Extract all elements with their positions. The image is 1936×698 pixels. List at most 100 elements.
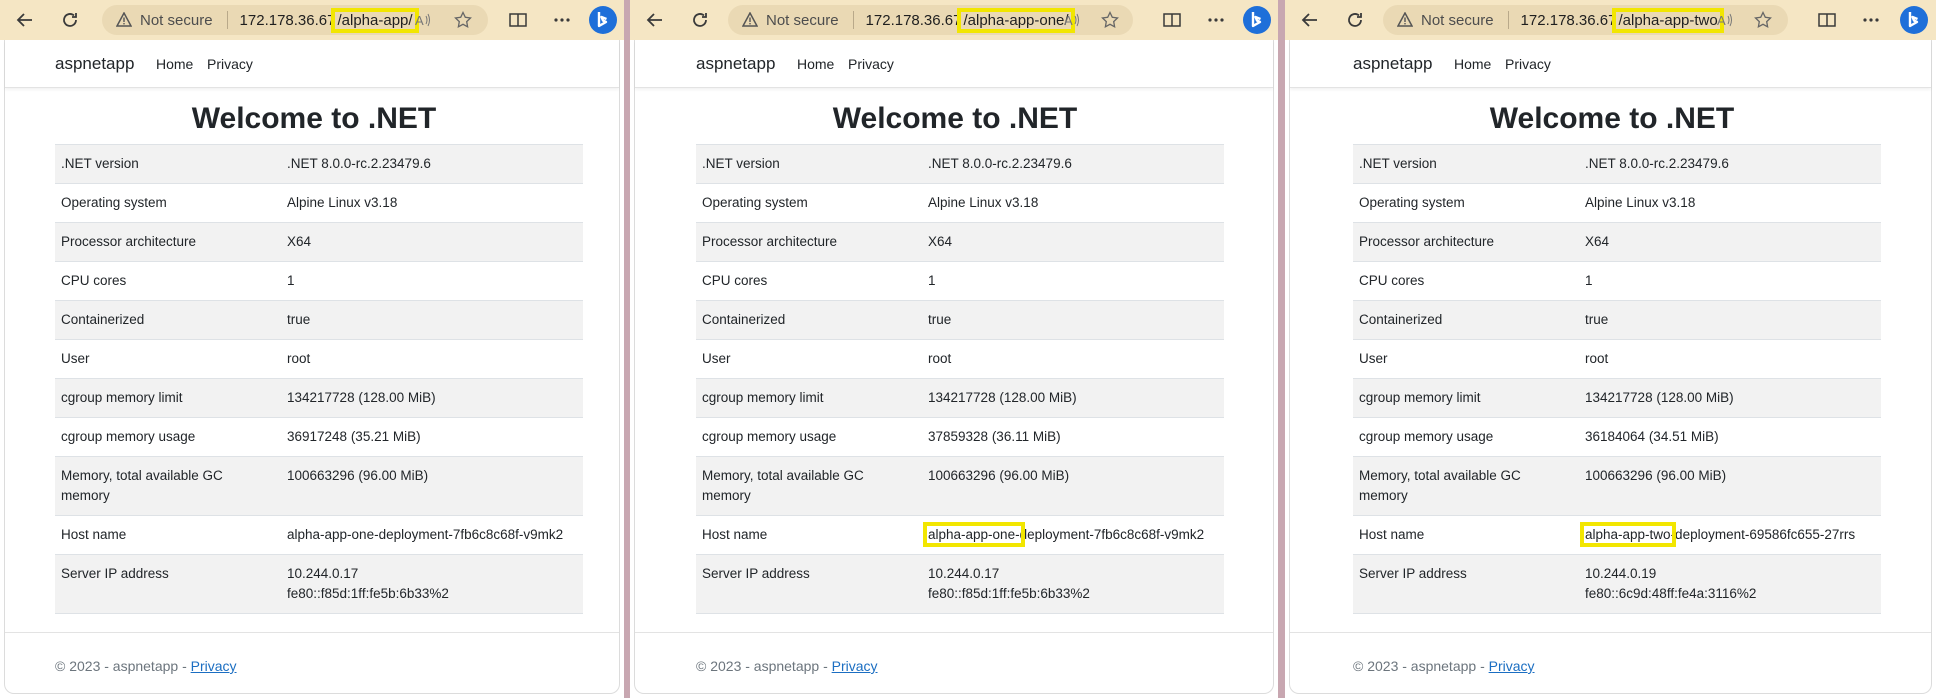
- host-name-rest: deployment-7fb6c8c68f-v9mk2: [1019, 527, 1205, 542]
- nav-home-link[interactable]: Home: [156, 56, 193, 72]
- host-name-highlight: alpha-app-one-: [923, 522, 1025, 547]
- row-value: .NET 8.0.0-rc.2.23479.6: [281, 144, 583, 184]
- brand-link[interactable]: aspnetapp: [696, 54, 775, 74]
- bing-copilot-button[interactable]: [1242, 5, 1272, 35]
- url-host: 172.178.36.67: [239, 11, 336, 29]
- table-row: Host name alpha-app-one-deployment-7fb6c8…: [696, 515, 1224, 555]
- row-label: Memory, total available GC memory: [696, 456, 922, 516]
- footer-privacy-link[interactable]: Privacy: [1489, 658, 1535, 674]
- table-row: cgroup memory limit 134217728 (128.00 MiB…: [696, 378, 1224, 418]
- bing-icon: [1900, 6, 1928, 34]
- address-bar[interactable]: Not secure 172.178.36.67 /alpha-app-one/…: [728, 5, 1133, 35]
- row-value: root: [281, 339, 583, 379]
- row-value: 37859328 (36.11 MiB): [922, 417, 1224, 457]
- favorite-star-icon[interactable]: [1101, 11, 1119, 29]
- footer-text: © 2023 - aspnetapp - Privacy: [1353, 658, 1535, 674]
- address-bar[interactable]: Not secure 172.178.36.67 /alpha-app-two …: [1383, 5, 1788, 35]
- table-row: Host name alpha-app-one-deployment-7fb6c8…: [55, 515, 583, 555]
- back-button[interactable]: [640, 6, 670, 34]
- nav-privacy-link[interactable]: Privacy: [848, 56, 894, 72]
- more-options-button[interactable]: [1856, 6, 1886, 34]
- nav-privacy-link[interactable]: Privacy: [207, 56, 253, 72]
- refresh-button[interactable]: [1340, 6, 1370, 34]
- site-footer: © 2023 - aspnetapp - Privacy: [5, 632, 619, 693]
- footer-text: © 2023 - aspnetapp - Privacy: [55, 658, 237, 674]
- address-bar[interactable]: Not secure 172.178.36.67 /alpha-app/ A: [102, 5, 488, 35]
- table-row: CPU cores 1: [1353, 261, 1881, 301]
- footer-privacy-link[interactable]: Privacy: [832, 658, 878, 674]
- ip-v4: 10.244.0.17: [287, 566, 359, 581]
- warning-icon[interactable]: [1397, 12, 1413, 28]
- row-value: true: [281, 300, 583, 340]
- nav-home-link[interactable]: Home: [1454, 56, 1491, 72]
- favorite-star-icon[interactable]: [1754, 11, 1772, 29]
- ellipsis-icon: [554, 18, 570, 22]
- more-options-button[interactable]: [1201, 6, 1231, 34]
- refresh-button[interactable]: [55, 6, 85, 34]
- table-row: Server IP address 10.244.0.19 fe80::6c9d:4…: [1353, 554, 1881, 614]
- refresh-icon: [693, 13, 707, 27]
- refresh-button[interactable]: [685, 6, 715, 34]
- read-aloud-icon[interactable]: A: [414, 11, 432, 29]
- row-label: Host name: [696, 515, 922, 555]
- row-value: 1: [922, 261, 1224, 301]
- row-label: Memory, total available GC memory: [55, 456, 281, 516]
- table-row: User root: [1353, 339, 1881, 379]
- brand-link[interactable]: aspnetapp: [1353, 54, 1432, 74]
- nav-privacy-link[interactable]: Privacy: [1505, 56, 1551, 72]
- read-aloud-icon[interactable]: A: [1063, 11, 1081, 29]
- row-label: Containerized: [1353, 300, 1579, 340]
- browser-toolbar: Not secure 172.178.36.67 /alpha-app-two …: [1285, 0, 1936, 40]
- page-title: Welcome to .NET: [191, 102, 437, 135]
- row-value: X64: [922, 222, 1224, 262]
- ip-v6: fe80::f85d:1ff:fe5b:6b33%2: [287, 586, 449, 601]
- split-screen-button[interactable]: [1157, 6, 1187, 34]
- nav-home-link[interactable]: Home: [797, 56, 834, 72]
- row-label: Processor architecture: [1353, 222, 1579, 262]
- table-row: Containerized true: [1353, 300, 1881, 340]
- row-value: X64: [281, 222, 583, 262]
- info-table: .NET version .NET 8.0.0-rc.2.23479.6 Oper…: [696, 144, 1224, 614]
- split-screen-button[interactable]: [1812, 6, 1842, 34]
- separator: [852, 11, 854, 29]
- host-name-highlight: alpha-app-two: [1580, 522, 1676, 547]
- row-value: 1: [281, 261, 583, 301]
- row-value: 134217728 (128.00 MiB): [922, 378, 1224, 418]
- ellipsis-icon: [1863, 18, 1879, 22]
- more-options-button[interactable]: [547, 6, 577, 34]
- back-button[interactable]: [1295, 6, 1325, 34]
- row-label: Server IP address: [1353, 554, 1579, 614]
- table-row: .NET version .NET 8.0.0-rc.2.23479.6: [696, 144, 1224, 184]
- footer-privacy-link[interactable]: Privacy: [191, 658, 237, 674]
- warning-icon[interactable]: [116, 12, 132, 28]
- footer-text: © 2023 - aspnetapp - Privacy: [696, 658, 878, 674]
- bing-copilot-button[interactable]: [588, 5, 618, 35]
- split-screen-button[interactable]: [503, 6, 533, 34]
- row-label: User: [696, 339, 922, 379]
- page-content: aspnetapp Home Privacy Welcome to .NET .…: [634, 40, 1274, 694]
- table-row: cgroup memory usage 36917248 (35.21 MiB): [55, 417, 583, 457]
- read-aloud-icon[interactable]: A: [1716, 11, 1734, 29]
- bing-copilot-button[interactable]: [1899, 5, 1929, 35]
- url-path-highlighted: /alpha-app-two: [1612, 7, 1724, 33]
- row-value: X64: [1579, 222, 1881, 262]
- back-button[interactable]: [10, 6, 40, 34]
- row-label: Server IP address: [55, 554, 281, 614]
- favorite-star-icon[interactable]: [454, 11, 472, 29]
- refresh-icon: [1348, 13, 1362, 27]
- table-row: Operating system Alpine Linux v3.18: [1353, 183, 1881, 223]
- svg-text:A: A: [415, 13, 424, 28]
- ip-v4: 10.244.0.17: [928, 566, 1000, 581]
- site-navbar: aspnetapp Home Privacy: [5, 40, 619, 88]
- table-row: Operating system Alpine Linux v3.18: [696, 183, 1224, 223]
- row-label: Memory, total available GC memory: [1353, 456, 1579, 516]
- row-label: CPU cores: [696, 261, 922, 301]
- brand-link[interactable]: aspnetapp: [55, 54, 134, 74]
- row-label: cgroup memory usage: [1353, 417, 1579, 457]
- row-value: 134217728 (128.00 MiB): [281, 378, 583, 418]
- table-row: Memory, total available GC memory 1006632…: [1353, 456, 1881, 516]
- warning-icon[interactable]: [742, 12, 758, 28]
- split-screen-icon: [509, 13, 527, 27]
- page-content: aspnetapp Home Privacy Welcome to .NET .…: [1289, 40, 1932, 694]
- host-name-rest: alpha-app-one-deployment-7fb6c8c68f-v9mk…: [287, 527, 564, 542]
